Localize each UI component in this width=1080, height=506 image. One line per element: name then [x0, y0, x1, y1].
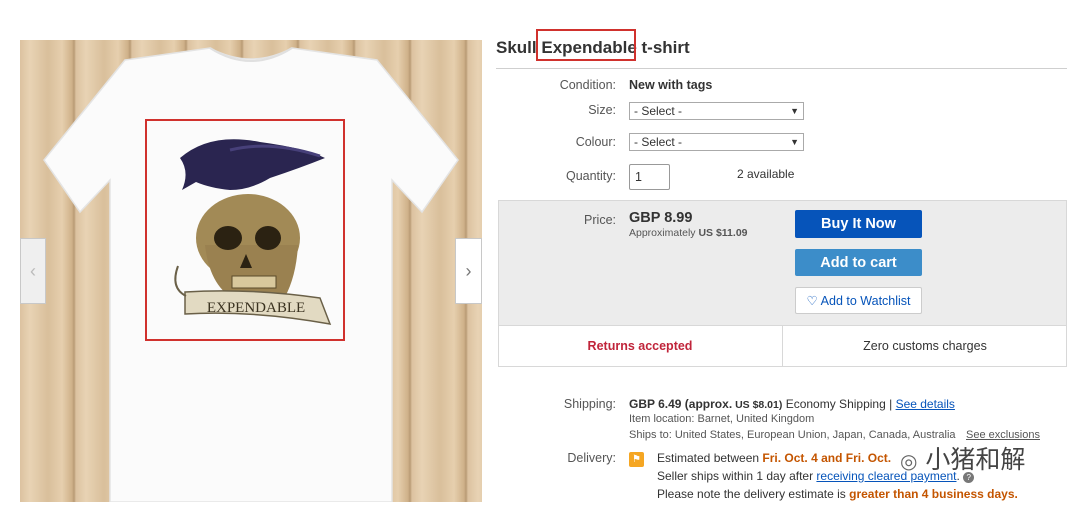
title-prefix: Skull: [496, 38, 542, 57]
size-label: Size:: [588, 103, 616, 117]
title-highlight-box: [536, 29, 636, 61]
size-select-value: - Select -: [634, 104, 683, 118]
delivery-estimate-prefix: Estimated between: [657, 451, 763, 465]
delivery-dates: Fri. Oct. 4 and Fri. Oct.: [762, 451, 892, 465]
wechat-icon: ◎: [900, 449, 918, 473]
shipping-cost: GBP 6.49 (approx.: [629, 397, 733, 411]
watermark-text: 小猪和解: [925, 445, 1026, 474]
price-approx: Approximately US $11.09: [629, 227, 748, 239]
watchlist-label: Add to Watchlist: [820, 293, 911, 308]
delivery-note-highlight: greater than 4 business days.: [849, 487, 1018, 501]
delivery-note: Please note the delivery estimate is gre…: [657, 487, 1018, 501]
shipping-method: Economy Shipping: [785, 397, 886, 411]
delivery-estimate: Estimated between Fri. Oct. 4 and Fri. O…: [657, 451, 891, 465]
size-select[interactable]: - Select - ▼: [629, 102, 804, 120]
quantity-available: 2 available: [737, 167, 795, 181]
watermark: ◎ 小猪和解: [900, 440, 1025, 476]
title-suffix: t-shirt: [636, 38, 690, 57]
condition-label: Condition:: [559, 78, 616, 92]
dropdown-arrow-icon: ▼: [790, 106, 799, 116]
colour-select[interactable]: - Select - ▼: [629, 133, 804, 151]
colour-select-value: - Select -: [634, 135, 683, 149]
title-divider: [496, 68, 1067, 69]
item-location: Item location: Barnet, United Kingdom: [629, 413, 815, 425]
gallery-prev-button[interactable]: ‹: [20, 238, 46, 304]
quantity-input[interactable]: 1: [629, 164, 670, 190]
shipping-approx: US $8.01): [732, 399, 783, 411]
image-highlight-box: [145, 119, 345, 341]
price-value: GBP 8.99: [629, 210, 693, 226]
price-approx-prefix: Approximately: [629, 227, 699, 239]
shipping-label: Shipping:: [563, 397, 616, 411]
flag-icon: ⚑: [629, 452, 644, 467]
condition-value: New with tags: [629, 78, 713, 92]
heart-icon: ♡: [806, 294, 818, 308]
shipping-sep: |: [885, 397, 896, 411]
add-to-watchlist-button[interactable]: ♡ Add to Watchlist: [795, 287, 922, 314]
buy-it-now-button[interactable]: Buy It Now: [795, 210, 922, 238]
price-approx-value: US $11.09: [698, 227, 748, 239]
quantity-label: Quantity:: [565, 169, 616, 183]
chevron-right-icon: ›: [465, 260, 472, 281]
gallery-next-button[interactable]: ›: [455, 238, 482, 304]
zero-customs-charges: Zero customs charges: [863, 339, 987, 353]
shipping-line: GBP 6.49 (approx. US $8.01) Economy Ship…: [629, 397, 955, 411]
seller-ships-prefix: Seller ships within 1 day after: [657, 469, 817, 483]
returns-accepted: Returns accepted: [587, 339, 693, 353]
add-to-cart-button[interactable]: Add to cart: [795, 249, 922, 276]
delivery-label: Delivery:: [567, 451, 616, 465]
delivery-note-prefix: Please note the delivery estimate is: [657, 487, 850, 501]
see-details-link[interactable]: See details: [896, 397, 955, 411]
dropdown-arrow-icon: ▼: [790, 137, 799, 147]
price-label: Price:: [584, 213, 616, 227]
colour-label: Colour:: [575, 135, 616, 149]
chevron-left-icon: ‹: [30, 260, 36, 281]
